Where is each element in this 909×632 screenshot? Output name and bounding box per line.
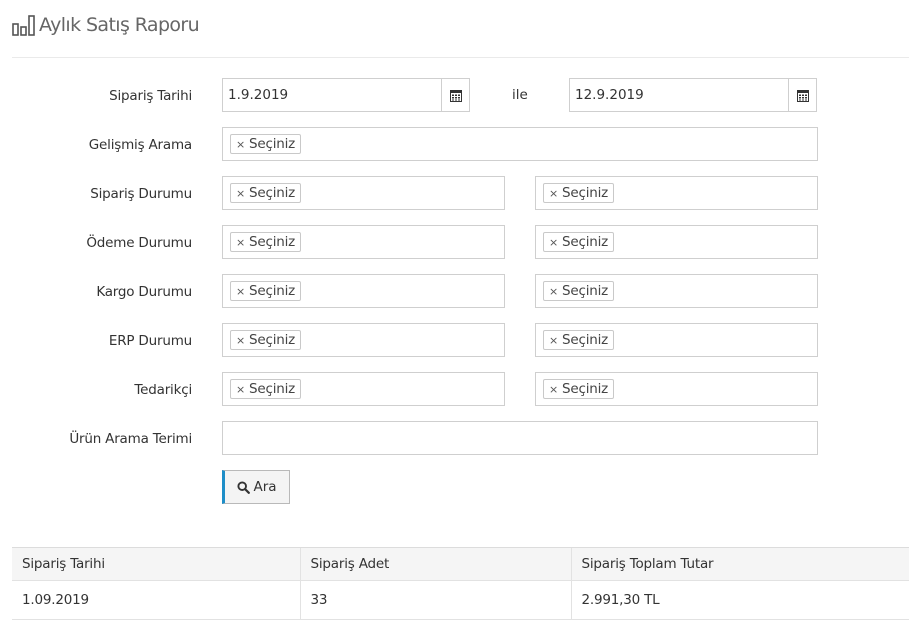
calendar-icon (796, 89, 809, 102)
payment-status-select-right[interactable]: × Seçiniz (535, 225, 818, 259)
supplier-select-left[interactable]: × Seçiniz (222, 372, 505, 406)
calendar-icon (449, 89, 462, 102)
remove-tag-icon[interactable]: × (549, 383, 558, 396)
supplier-select-right[interactable]: × Seçiniz (535, 372, 818, 406)
order-date-end-input[interactable]: 12.9.2019 (569, 78, 817, 112)
remove-tag-icon[interactable]: × (236, 138, 245, 151)
search-button-label: Ara (253, 479, 277, 495)
table-row: 1.09.2019 33 2.991,30 TL (12, 580, 909, 620)
page-header: Aylık Satış Raporu (12, 14, 200, 36)
erp-status-select-right[interactable]: × Seçiniz (535, 323, 818, 357)
order-date-end-calendar-button[interactable] (788, 79, 816, 111)
table-header-row: Sipariş Tarihi Sipariş Adet Sipariş Topl… (12, 547, 909, 581)
remove-tag-icon[interactable]: × (549, 285, 558, 298)
remove-tag-icon[interactable]: × (236, 334, 245, 347)
shipping-status-label: Kargo Durumu (96, 284, 192, 300)
remove-tag-icon[interactable]: × (549, 334, 558, 347)
bar-chart-icon (12, 15, 35, 36)
order-status-right-tag: × Seçiniz (543, 183, 615, 203)
advanced-search-select[interactable]: × Seçiniz (222, 127, 818, 161)
shipping-status-select-right[interactable]: × Seçiniz (535, 274, 818, 308)
erp-status-label: ERP Durumu (108, 333, 192, 349)
remove-tag-icon[interactable]: × (236, 187, 245, 200)
table-cell: 33 (299, 580, 571, 620)
results-table: Sipariş Tarihi Sipariş Adet Sipariş Topl… (12, 547, 909, 620)
supplier-left-tag: × Seçiniz (230, 379, 302, 399)
date-range-separator: ile (512, 87, 528, 103)
search-icon (237, 480, 251, 494)
shipping-status-select-left[interactable]: × Seçiniz (222, 274, 505, 308)
remove-tag-icon[interactable]: × (236, 236, 245, 249)
advanced-search-label: Gelişmiş Arama (88, 137, 192, 153)
order-status-select-right[interactable]: × Seçiniz (535, 176, 818, 210)
erp-status-left-tag: × Seçiniz (230, 330, 302, 350)
order-date-label: Sipariş Tarihi (109, 88, 192, 104)
table-cell: 2.991,30 TL (570, 580, 909, 620)
supplier-label: Tedarikçi (134, 382, 192, 398)
remove-tag-icon[interactable]: × (236, 285, 245, 298)
header-divider (12, 57, 909, 58)
order-date-start-value: 1.9.2019 (228, 87, 289, 103)
page-title: Aylık Satış Raporu (39, 14, 200, 36)
column-header: Sipariş Tarihi (12, 547, 300, 581)
order-status-label: Sipariş Durumu (90, 186, 192, 202)
product-search-input[interactable] (222, 421, 818, 455)
order-status-left-tag: × Seçiniz (230, 183, 302, 203)
shipping-status-right-tag: × Seçiniz (543, 281, 615, 301)
payment-status-right-tag: × Seçiniz (543, 232, 615, 252)
payment-status-label: Ödeme Durumu (86, 235, 192, 251)
column-header: Sipariş Toplam Tutar (570, 547, 909, 581)
order-status-select-left[interactable]: × Seçiniz (222, 176, 505, 210)
search-button[interactable]: Ara (222, 470, 290, 504)
remove-tag-icon[interactable]: × (236, 383, 245, 396)
payment-status-select-left[interactable]: × Seçiniz (222, 225, 505, 259)
erp-status-select-left[interactable]: × Seçiniz (222, 323, 505, 357)
supplier-right-tag: × Seçiniz (543, 379, 615, 399)
advanced-search-tag: × Seçiniz (230, 134, 302, 154)
column-header: Sipariş Adet (299, 547, 571, 581)
payment-status-left-tag: × Seçiniz (230, 232, 302, 252)
order-date-start-input[interactable]: 1.9.2019 (222, 78, 470, 112)
erp-status-right-tag: × Seçiniz (543, 330, 615, 350)
shipping-status-left-tag: × Seçiniz (230, 281, 302, 301)
product-search-label: Ürün Arama Terimi (69, 431, 192, 447)
table-cell: 1.09.2019 (12, 580, 300, 620)
remove-tag-icon[interactable]: × (549, 187, 558, 200)
order-date-end-value: 12.9.2019 (575, 87, 644, 103)
order-date-start-calendar-button[interactable] (441, 79, 469, 111)
remove-tag-icon[interactable]: × (549, 236, 558, 249)
